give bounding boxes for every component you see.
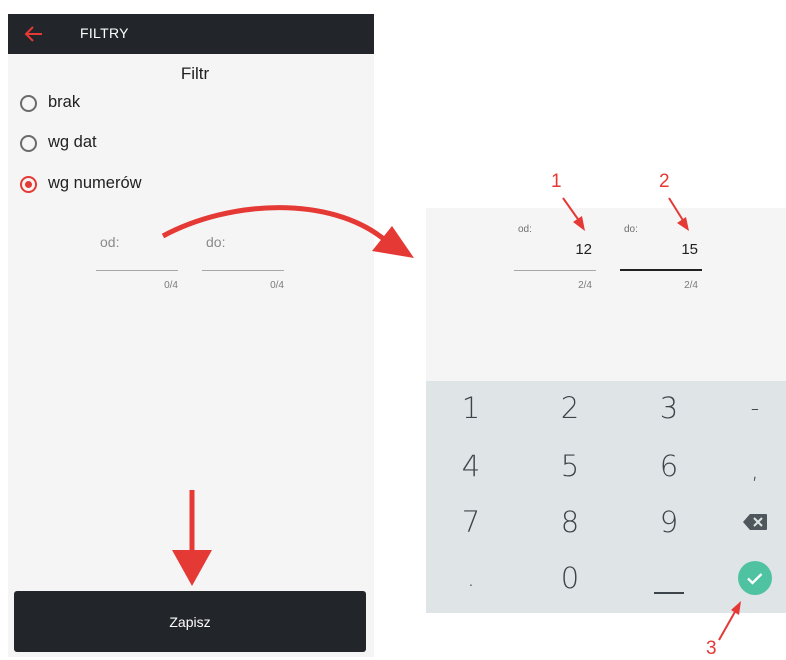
radio-button[interactable] (20, 135, 37, 152)
key-confirm[interactable] (710, 551, 786, 605)
key-dot[interactable]: . (426, 551, 516, 605)
key-backspace[interactable] (710, 495, 786, 549)
check-icon (738, 561, 772, 595)
curved-arrow-head (372, 226, 414, 258)
numeric-keyboard: 1 2 3 - 4 5 6 , 7 8 9 . 0 (426, 381, 786, 613)
filter-screen: FILTRY Filtr brak wg dat wg numerów od: … (8, 14, 374, 657)
from-field-value: 12 (575, 241, 592, 258)
save-button[interactable]: Zapisz (14, 591, 366, 652)
radio-button[interactable] (20, 95, 37, 112)
from-field-label: od: (100, 234, 120, 250)
filter-heading: Filtr (180, 64, 210, 83)
key-4[interactable]: 4 (426, 439, 516, 493)
space-icon (654, 592, 684, 594)
app-bar: FILTRY (8, 14, 374, 54)
to-field-label: do: (624, 224, 638, 235)
key-comma[interactable]: , (710, 443, 786, 497)
number-input-screen: od: 12 2/4 do: 15 2/4 1 2 3 - 4 5 6 , 7 … (426, 208, 786, 613)
annotation-number: 1 (551, 171, 562, 192)
from-field-label: od: (518, 224, 532, 235)
key-1[interactable]: 1 (426, 381, 516, 435)
key-8[interactable]: 8 (525, 495, 615, 549)
from-field-counter: 2/4 (578, 280, 592, 291)
radio-label: wg numerów (48, 174, 142, 192)
from-field-underline (514, 270, 596, 271)
from-number-field[interactable]: od: 0/4 (96, 230, 178, 300)
to-number-field[interactable]: do: 15 2/4 (620, 222, 702, 302)
to-field-label: do: (206, 234, 226, 250)
to-field-value: 15 (681, 241, 698, 258)
to-field-underline-focused (620, 269, 702, 271)
radio-label: brak (48, 93, 81, 111)
to-field-underline (202, 270, 284, 271)
back-arrow-icon[interactable] (22, 22, 46, 46)
backspace-icon (743, 514, 767, 530)
key-5[interactable]: 5 (525, 439, 615, 493)
radio-label: wg dat (48, 133, 97, 151)
key-6[interactable]: 6 (624, 439, 714, 493)
key-0[interactable]: 0 (525, 551, 615, 605)
key-minus[interactable]: - (710, 381, 786, 435)
from-field-underline (96, 270, 178, 271)
to-field-counter: 2/4 (684, 280, 698, 291)
to-field-counter: 0/4 (270, 280, 284, 291)
from-number-field[interactable]: od: 12 2/4 (514, 222, 596, 302)
arrow-3 (718, 609, 737, 641)
key-9[interactable]: 9 (624, 495, 714, 549)
from-field-counter: 0/4 (164, 280, 178, 291)
annotation-number: 2 (659, 171, 670, 192)
key-2[interactable]: 2 (525, 381, 615, 435)
to-number-field[interactable]: do: 0/4 (202, 230, 284, 300)
radio-button-selected[interactable] (20, 176, 37, 193)
key-7[interactable]: 7 (426, 495, 516, 549)
key-3[interactable]: 3 (624, 381, 714, 435)
app-bar-title: FILTRY (80, 25, 129, 41)
key-space[interactable] (624, 551, 714, 605)
